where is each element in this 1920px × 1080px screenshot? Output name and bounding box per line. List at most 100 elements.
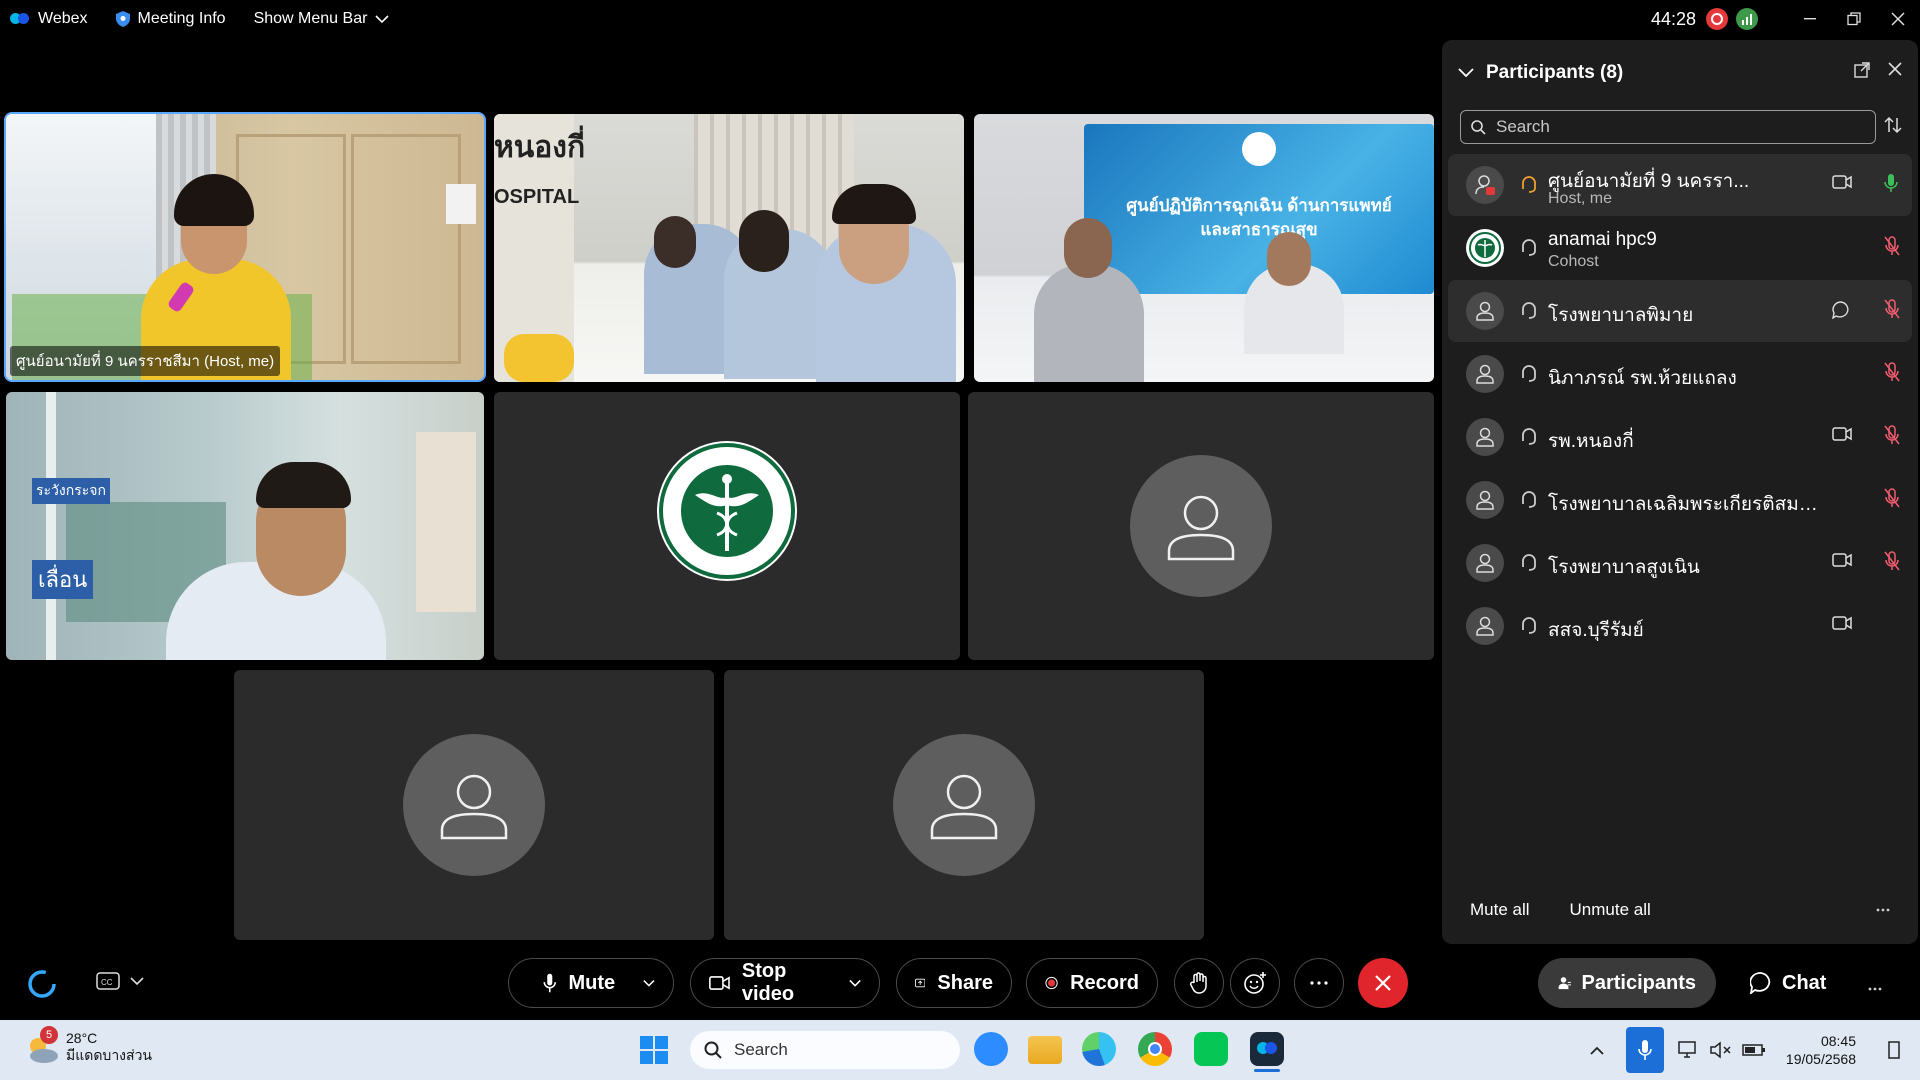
- pop-out-icon[interactable]: [1854, 62, 1870, 78]
- video-tile-host[interactable]: ศูนย์อนามัยที่ 9 นครราชสีมา (Host, me): [4, 112, 486, 382]
- shield-icon: [115, 11, 130, 27]
- record-button[interactable]: Record: [1026, 958, 1158, 1008]
- weather-icon: 5: [24, 1026, 60, 1066]
- host-tile-label: ศูนย์อนามัยที่ 9 นครราชสีมา (Host, me): [10, 346, 281, 376]
- video-on-icon: [1832, 616, 1852, 630]
- emoji-reactions-icon: [1244, 972, 1266, 994]
- panel-more-options-button[interactable]: [1876, 896, 1890, 917]
- chevron-down-icon[interactable]: [1458, 68, 1474, 78]
- close-panel-icon[interactable]: [1888, 62, 1902, 76]
- chrome-browser-icon[interactable]: [1138, 1032, 1172, 1066]
- edge-browser-icon[interactable]: [1082, 1032, 1116, 1066]
- chat-toggle-button[interactable]: Chat: [1730, 958, 1846, 1008]
- participant-row[interactable]: รพ.หนองกี่: [1448, 406, 1912, 468]
- video-tile-moph-logo[interactable]: [494, 392, 960, 660]
- webex-assistant-button[interactable]: [26, 968, 58, 1005]
- reactions-button[interactable]: [1230, 958, 1280, 1008]
- battery-icon[interactable]: [1742, 1042, 1766, 1058]
- participant-search-field[interactable]: [1460, 110, 1876, 144]
- weather-widget[interactable]: 5 28°C มีแดดบางส่วน: [24, 1026, 152, 1066]
- raise-hand-button[interactable]: [1174, 958, 1224, 1008]
- participant-avatar-moph: [1466, 229, 1504, 267]
- participant-name: โรงพยาบาลเฉลิมพระเกียรติสมเด็จ...: [1548, 494, 1818, 515]
- hospital-group-video-feed: หนองกี่ OSPITAL: [494, 114, 964, 382]
- person-share-icon: [1475, 175, 1495, 195]
- video-tile-pheoc[interactable]: ศูนย์ปฏิบัติการฉุกเฉิน ด้านการแพทย์และสา…: [974, 114, 1434, 382]
- line-app-icon[interactable]: [1194, 1032, 1228, 1066]
- video-tile-hospital-group[interactable]: หนองกี่ OSPITAL: [494, 114, 964, 382]
- participant-row[interactable]: สสจ.บุรีรัมย์: [1448, 595, 1912, 657]
- sort-participants-button[interactable]: [1884, 116, 1902, 139]
- more-horizontal-icon: [1876, 908, 1890, 912]
- participant-row[interactable]: anamai hpc9 Cohost: [1448, 217, 1912, 279]
- share-button[interactable]: Share: [896, 958, 1012, 1008]
- end-meeting-button[interactable]: [1358, 958, 1408, 1008]
- stop-video-button[interactable]: Stop video: [690, 958, 880, 1008]
- restore-button[interactable]: [1832, 0, 1876, 38]
- person-icon: [1476, 301, 1494, 321]
- participant-avatar: [1466, 607, 1504, 645]
- video-tile-avatar-3[interactable]: [724, 670, 1204, 940]
- participant-name: โรงพยาบาลพิมาย: [1548, 305, 1694, 326]
- participant-avatar: [1466, 355, 1504, 393]
- zoom-app-icon[interactable]: [974, 1032, 1008, 1066]
- microphone-in-use-indicator[interactable]: [1625, 1027, 1664, 1073]
- participant-avatar: [1466, 166, 1504, 204]
- start-button[interactable]: [640, 1036, 668, 1069]
- mute-button[interactable]: Mute: [508, 958, 674, 1008]
- close-window-button[interactable]: [1876, 0, 1920, 38]
- video-tile-glass-door[interactable]: ระวังกระจก เลื่อน: [6, 392, 484, 660]
- headset-icon: [1522, 365, 1536, 382]
- volume-muted-icon[interactable]: [1710, 1041, 1732, 1059]
- notification-bell-icon[interactable]: [1888, 1041, 1900, 1059]
- system-clock[interactable]: 08:45 19/05/2568: [1786, 1032, 1856, 1068]
- webex-taskbar-icon[interactable]: [1250, 1032, 1284, 1072]
- participant-row[interactable]: โรงพยาบาลพิมาย: [1448, 280, 1912, 342]
- glass-door-video-feed: ระวังกระจก เลื่อน: [6, 392, 484, 660]
- control-bar-more-button[interactable]: [1868, 978, 1882, 996]
- mic-muted-icon[interactable]: [1884, 551, 1900, 571]
- headset-icon: [1522, 176, 1536, 193]
- participant-row[interactable]: นิภาภรณ์ รพ.ห้วยแถลง: [1448, 343, 1912, 405]
- taskbar-search-placeholder: Search: [734, 1040, 788, 1059]
- participant-row[interactable]: โรงพยาบาลสูงเนิน: [1448, 532, 1912, 594]
- participant-name: สสจ.บุรีรัมย์: [1548, 620, 1644, 641]
- minimize-button[interactable]: [1788, 0, 1832, 38]
- close-icon: [1891, 12, 1905, 26]
- mic-muted-icon[interactable]: [1884, 299, 1900, 319]
- taskbar-search[interactable]: Search: [690, 1031, 960, 1069]
- meeting-info-button[interactable]: Meeting Info: [115, 10, 226, 28]
- network-icon[interactable]: [1678, 1040, 1700, 1060]
- person-icon: [1476, 427, 1494, 447]
- recording-indicator-icon[interactable]: [1706, 8, 1728, 30]
- video-tile-avatar-1[interactable]: [968, 392, 1434, 660]
- chevron-down-icon[interactable]: [643, 979, 655, 988]
- file-explorer-icon[interactable]: [1028, 1036, 1062, 1064]
- sort-icon: [1884, 116, 1902, 134]
- participants-toggle-button[interactable]: Participants: [1538, 958, 1716, 1008]
- network-stats-icon[interactable]: [1736, 8, 1758, 30]
- sign-text-thai: หนองกี่: [494, 131, 586, 164]
- mic-muted-icon[interactable]: [1884, 488, 1900, 508]
- more-horizontal-icon: [1310, 981, 1328, 985]
- show-menu-bar-button[interactable]: Show Menu Bar: [254, 10, 390, 28]
- participant-row[interactable]: ศูนย์อนามัยที่ 9 นครรา... Host, me: [1448, 154, 1912, 216]
- mic-muted-icon[interactable]: [1884, 362, 1900, 382]
- webex-app-menu[interactable]: Webex: [10, 10, 88, 28]
- stop-video-label: Stop video: [741, 960, 795, 1005]
- chevron-down-icon[interactable]: [849, 979, 861, 988]
- mic-muted-icon[interactable]: [1884, 425, 1900, 445]
- participant-search-input[interactable]: [1496, 117, 1856, 137]
- participant-avatar: [1466, 292, 1504, 330]
- mute-all-button[interactable]: Mute all: [1470, 900, 1530, 920]
- participant-row[interactable]: โรงพยาบาลเฉลิมพระเกียรติสมเด็จ...: [1448, 469, 1912, 531]
- minimize-icon: [1804, 18, 1816, 20]
- video-tile-avatar-2[interactable]: [234, 670, 714, 940]
- mic-muted-icon[interactable]: [1884, 236, 1900, 256]
- more-options-button[interactable]: [1294, 958, 1344, 1008]
- mic-on-icon[interactable]: [1884, 173, 1898, 193]
- unmute-all-button[interactable]: Unmute all: [1570, 900, 1651, 920]
- captions-button[interactable]: CC: [96, 972, 144, 990]
- chat-icon[interactable]: [1832, 301, 1850, 319]
- show-hidden-icons-chevron-up-icon[interactable]: [1590, 1046, 1604, 1055]
